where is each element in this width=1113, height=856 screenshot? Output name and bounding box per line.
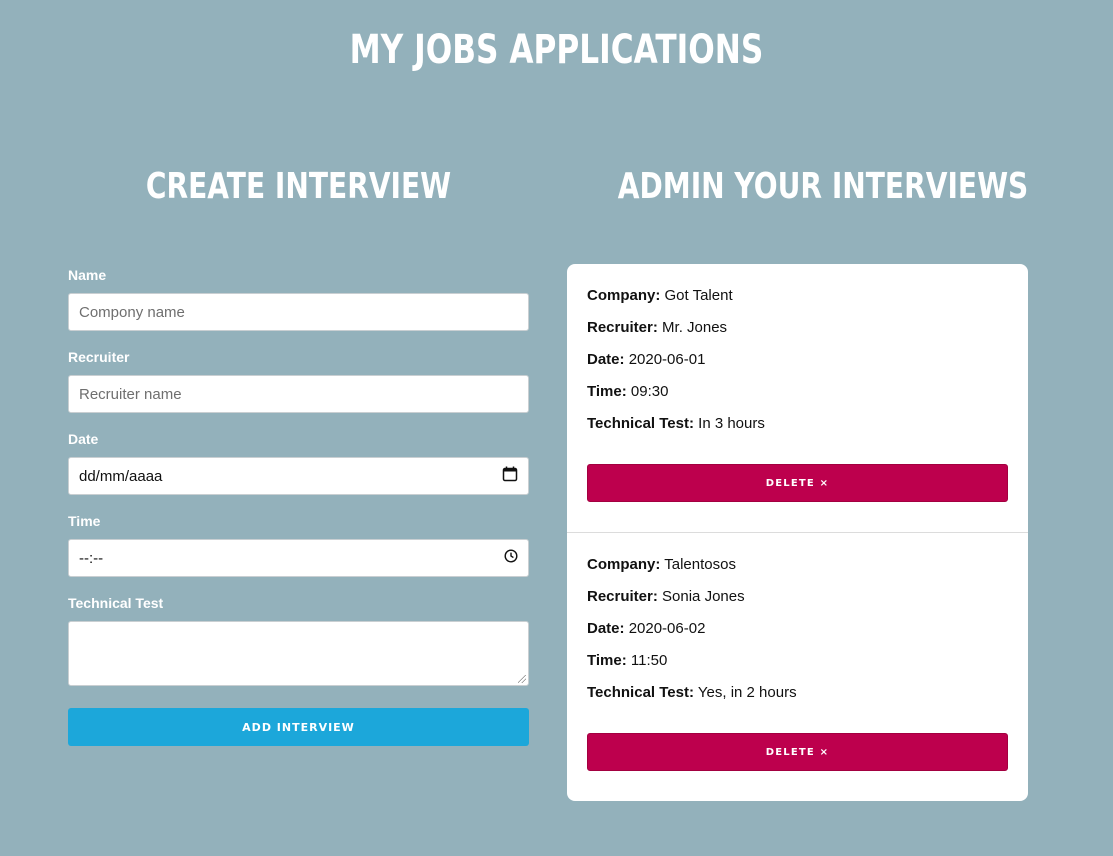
create-interview-title: CREATE INTERVIEW [145,166,452,207]
time-value: 09:30 [630,383,669,400]
recruiter-value: Sonia Jones [662,588,745,605]
recruiter-label: Recruiter [68,349,130,365]
time-label: Time: [587,652,627,669]
company-line: Company: Got Talent [587,287,733,305]
date-value: 2020-06-02 [628,620,706,637]
page-title: MY JOBS APPLICATIONS [349,27,764,73]
recruiter-value: Mr. Jones [662,319,728,336]
date-line: Date: 2020-06-02 [587,620,705,638]
delete-button[interactable]: DELETE × [587,464,1008,502]
delete-button[interactable]: DELETE × [587,733,1008,771]
date-label: Date: [587,620,625,637]
interview-item: Company: Talentosos Recruiter: Sonia Jon… [567,532,1028,801]
technical-test-label: Technical Test [68,595,164,611]
company-value: Talentosos [664,556,736,573]
technical-test-value: In 3 hours [698,415,765,432]
time-input-value: --:-- [79,549,104,567]
name-label: Name [68,267,107,283]
admin-interviews-title: ADMIN YOUR INTERVIEWS [617,166,1029,207]
recruiter-name-placeholder: Recruiter name [79,385,182,403]
technical-test-textarea[interactable] [68,621,529,686]
recruiter-label: Recruiter: [587,319,658,336]
technical-test-line: Technical Test: In 3 hours [587,415,765,433]
technical-test-line: Technical Test: Yes, in 2 hours [587,684,797,702]
recruiter-label: Recruiter: [587,588,658,605]
interviews-card: Company: Got Talent Recruiter: Mr. Jones… [567,264,1028,801]
time-line: Time: 11:50 [587,652,667,670]
time-line: Time: 09:30 [587,383,668,401]
calendar-icon[interactable] [502,466,518,486]
technical-test-value: Yes, in 2 hours [697,684,797,701]
time-label: Time: [587,383,627,400]
interview-item: Company: Got Talent Recruiter: Mr. Jones… [567,264,1028,532]
recruiter-line: Recruiter: Mr. Jones [587,319,727,337]
company-line: Company: Talentosos [587,556,736,574]
time-input[interactable]: --:-- [68,539,529,577]
date-value: 2020-06-01 [628,351,706,368]
resize-grip-icon[interactable] [518,675,526,683]
date-label: Date: [587,351,625,368]
technical-test-label: Technical Test: [587,415,694,432]
technical-test-label: Technical Test: [587,684,694,701]
company-label: Company: [587,556,661,573]
date-line: Date: 2020-06-01 [587,351,705,369]
add-interview-button[interactable]: ADD INTERVIEW [68,708,529,746]
time-value: 11:50 [630,652,668,669]
recruiter-name-input[interactable]: Recruiter name [68,375,529,413]
create-interview-form: Name Compony name Recruiter Recruiter na… [68,266,529,746]
date-label: Date [68,431,99,447]
company-value: Got Talent [664,287,733,304]
company-label: Company: [587,287,661,304]
recruiter-line: Recruiter: Sonia Jones [587,588,745,606]
company-name-placeholder: Compony name [79,303,185,321]
time-label: Time [68,513,101,529]
company-name-input[interactable]: Compony name [68,293,529,331]
date-input[interactable]: dd/mm/aaaa [68,457,529,495]
date-input-value: dd/mm/aaaa [79,467,163,485]
clock-icon[interactable] [504,549,518,567]
